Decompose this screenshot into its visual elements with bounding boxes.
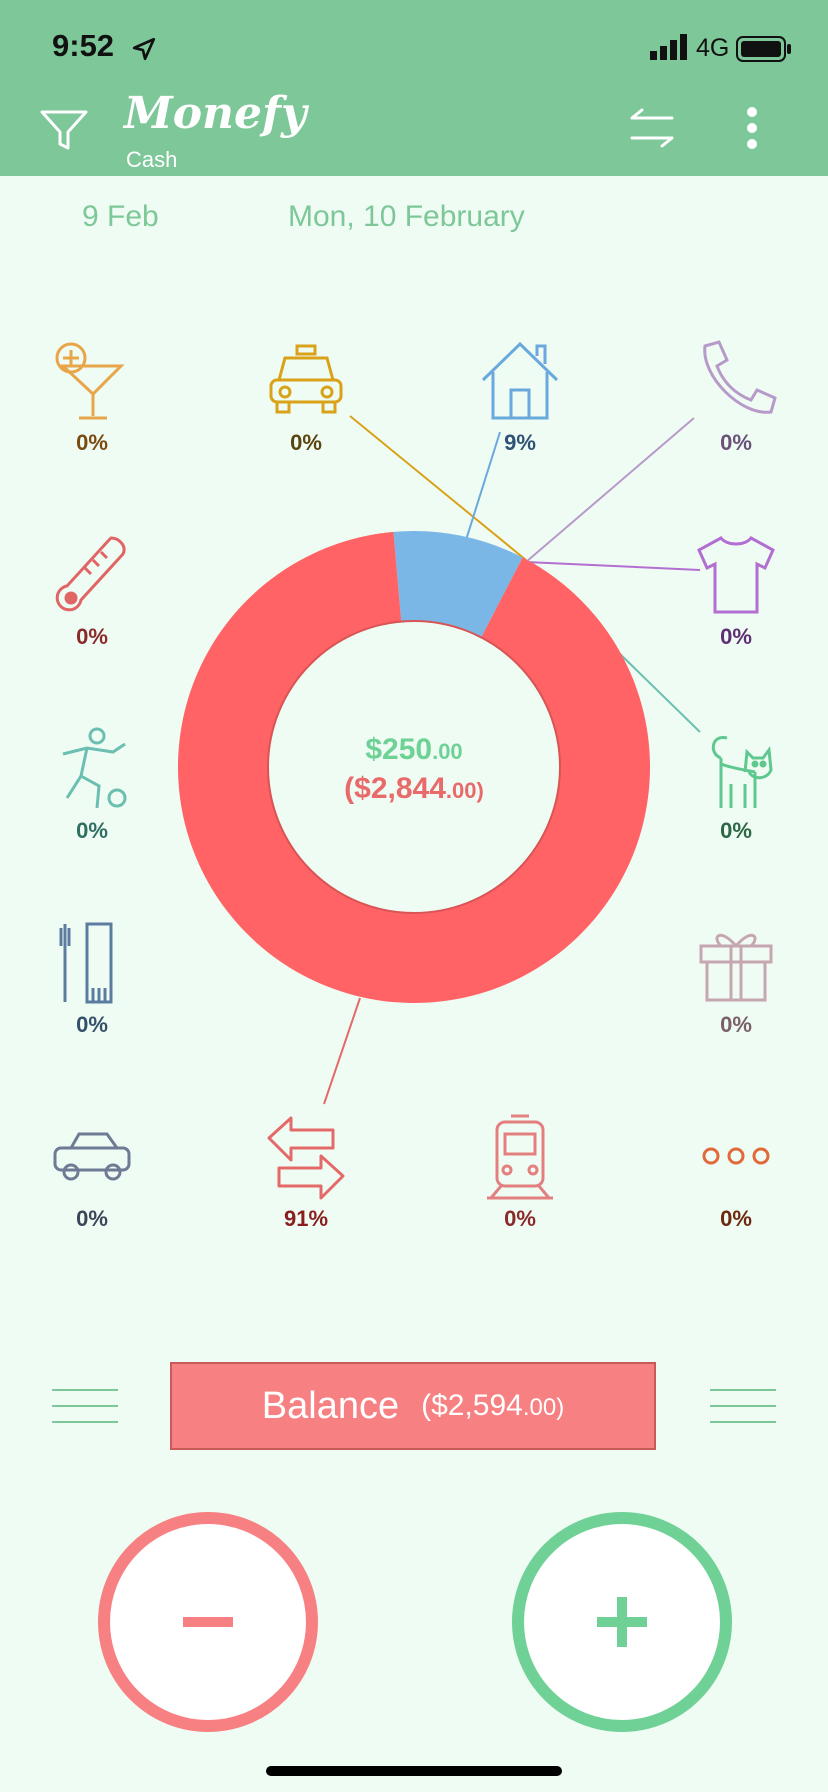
left-menu-lines-icon[interactable] <box>52 1388 118 1424</box>
train-icon <box>487 1114 553 1200</box>
car-icon <box>53 1132 131 1181</box>
category-pets[interactable]: 0% <box>676 724 796 854</box>
category-gifts[interactable]: 0% <box>676 918 796 1048</box>
category-car[interactable]: 0% <box>32 1112 152 1242</box>
right-menu-lines-icon[interactable] <box>710 1388 776 1424</box>
balance-amount: ($2,594.00) <box>421 1389 565 1422</box>
category-cocktail[interactable]: 0% <box>32 336 152 466</box>
toothbrush-icon <box>59 922 113 1004</box>
phone-icon <box>703 340 777 414</box>
donut-hole <box>267 620 561 914</box>
balance-button[interactable]: Balance ($2,594.00) <box>170 1362 656 1450</box>
cat-icon <box>711 736 773 808</box>
category-transfer[interactable]: 91% <box>246 1112 366 1242</box>
soccer-player-icon <box>62 727 127 809</box>
balance-label: Balance <box>261 1384 400 1427</box>
add-expense-button[interactable] <box>98 1512 318 1732</box>
category-more[interactable]: 0% <box>676 1112 796 1242</box>
transfer-icon <box>267 1116 345 1200</box>
category-transport[interactable]: 0% <box>460 1112 580 1242</box>
category-sports[interactable]: 0% <box>32 724 152 854</box>
cocktail-icon <box>55 342 125 420</box>
tshirt-icon <box>697 536 775 614</box>
category-house[interactable]: 9% <box>460 336 580 466</box>
category-clothes[interactable]: 0% <box>676 530 796 660</box>
thermometer-icon <box>55 536 126 612</box>
leader-line <box>525 561 701 571</box>
minus-icon <box>183 1617 233 1627</box>
category-health[interactable]: 0% <box>32 530 152 660</box>
gift-icon <box>699 933 773 1002</box>
category-toiletry[interactable]: 0% <box>32 918 152 1048</box>
category-taxi[interactable]: 0% <box>246 336 366 466</box>
more-icon <box>702 1147 770 1165</box>
plus-icon <box>597 1597 647 1647</box>
taxi-icon <box>269 344 343 414</box>
category-phone[interactable]: 0% <box>676 336 796 466</box>
add-income-button[interactable] <box>512 1512 732 1732</box>
house-icon <box>481 341 559 420</box>
leader-line <box>323 997 361 1105</box>
home-indicator <box>266 1766 562 1776</box>
